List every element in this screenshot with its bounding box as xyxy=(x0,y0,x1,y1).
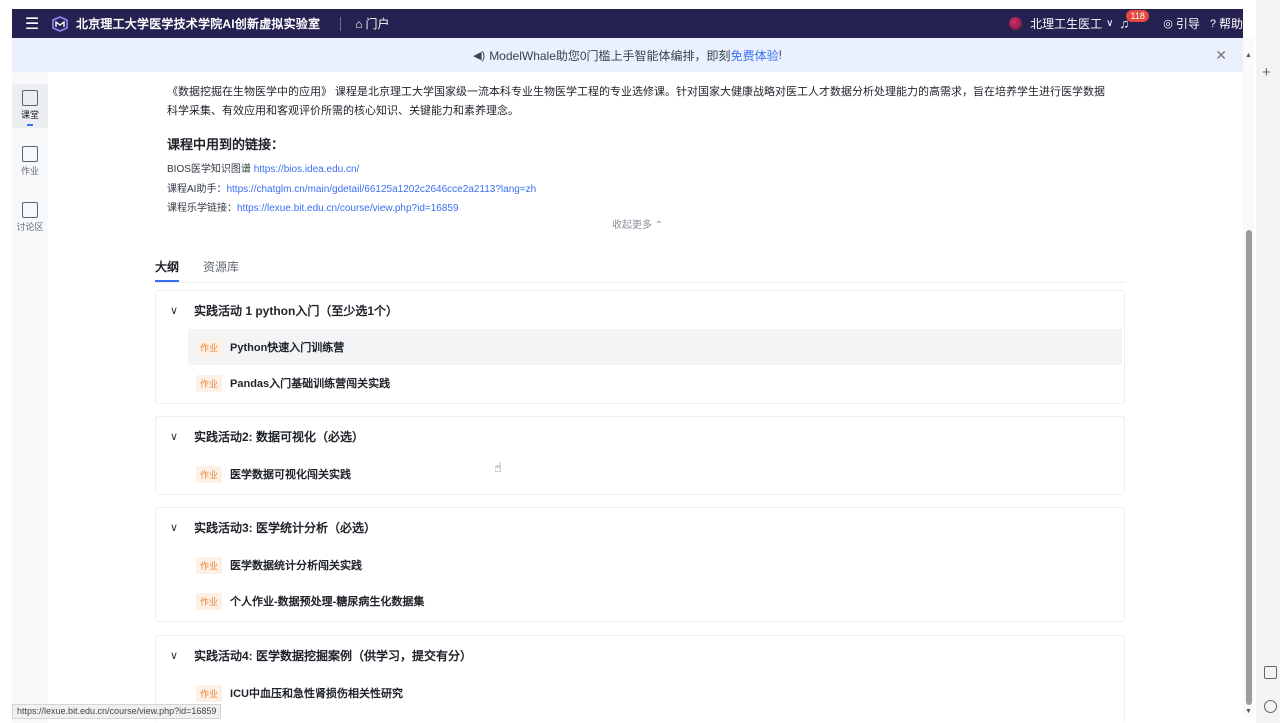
scrollbar-thumb[interactable] xyxy=(1246,230,1252,705)
course-description: 《数据挖掘在生物医学中的应用》 课程是北京理工大学国家级一流本科专业生物医学工程… xyxy=(167,86,1106,117)
assignment-item[interactable]: 作业 医学数据可视化闯关实践 xyxy=(188,456,1122,492)
activity-section: ∨ 实践活动 1 python入门（至少选1个） 作业 Python快速入门训练… xyxy=(155,290,1125,404)
assignment-name: Pandas入门基础训练营闯关实践 xyxy=(230,378,391,390)
add-icon[interactable]: + xyxy=(1262,64,1271,81)
section-title: 实践活动4: 医学数据挖掘案例（供学习，提交有分） xyxy=(194,649,473,663)
assignment-name: Python快速入门训练营 xyxy=(230,342,345,354)
screenshot-icon[interactable] xyxy=(1264,666,1277,679)
close-icon[interactable]: ✕ xyxy=(1215,47,1227,64)
activity-section: ∨ 实践活动2: 数据可视化（必选） 作业 医学数据可视化闯关实践 xyxy=(155,416,1125,495)
rail-item-classroom[interactable]: 课堂 xyxy=(12,84,48,128)
top-navigation-bar: ☰ 北京理工大学医学技术学院AI创新虚拟实验室 ⌂ 门户 北理工生医工 ∨ ♫ … xyxy=(12,9,1243,38)
org-name: 北理工生医工 xyxy=(1030,17,1103,31)
compass-icon: ◎ xyxy=(1163,18,1173,30)
link-label: 课程乐学链接： xyxy=(167,203,237,214)
section-header[interactable]: ∨ 实践活动3: 医学统计分析（必选） xyxy=(170,519,376,536)
assignment-tag: 作业 xyxy=(196,374,223,392)
assignment-item[interactable]: 作业 ICU中血压和急性肾损伤相关性研究 xyxy=(188,675,1122,711)
speaker-icon: ◀) xyxy=(473,49,486,62)
help-label: 帮助 xyxy=(1218,17,1243,31)
topbar-divider xyxy=(340,16,342,31)
activity-section: ∨ 实践活动4: 医学数据挖掘案例（供学习，提交有分） 作业 ICU中血压和急性… xyxy=(155,635,1125,723)
link-label: BIOS医学知识图谱 xyxy=(167,164,254,175)
section-header[interactable]: ∨ 实践活动 1 python入门（至少选1个） xyxy=(170,302,398,319)
link-row: 课程AI助手：https://chatglm.cn/main/gdetail/6… xyxy=(167,180,536,195)
help-icon: ? xyxy=(1209,17,1216,30)
chevron-down-icon: ∨ xyxy=(170,522,179,534)
link-preview-status: https://lexue.bit.edu.cn/course/view.php… xyxy=(12,704,222,719)
discussion-icon xyxy=(22,202,38,218)
homework-icon xyxy=(22,146,38,162)
guide-label: 引导 xyxy=(1175,17,1200,31)
hand-cursor-icon: ☝ xyxy=(494,460,502,475)
section-header[interactable]: ∨ 实践活动2: 数据可视化（必选） xyxy=(170,428,364,445)
bell-icon[interactable]: ♫ 118 xyxy=(1119,10,1149,31)
portal-link[interactable]: ⌂ 门户 xyxy=(355,15,389,32)
assignment-item[interactable]: 作业 Python快速入门训练营 xyxy=(188,329,1122,365)
notification-badge: 118 xyxy=(1126,10,1149,22)
assignment-item[interactable]: 作业 Pandas入门基础训练营闯关实践 xyxy=(188,365,1122,401)
rail-item-label: 作业 xyxy=(20,166,39,176)
chevron-down-icon: ∨ xyxy=(170,305,179,317)
chevron-down-icon: ∨ xyxy=(170,650,179,662)
tab-outline[interactable]: 大纲 xyxy=(155,258,180,282)
collapse-more-button[interactable]: 收起更多 ⌃ xyxy=(612,216,663,231)
left-rail: 课堂 作业 讨论区 xyxy=(12,72,48,723)
organization-switcher[interactable]: 北理工生医工 ∨ xyxy=(1009,15,1113,32)
home-icon: ⌂ xyxy=(355,16,363,31)
assignment-tag: 作业 xyxy=(196,465,223,483)
link-label: 课程AI助手： xyxy=(167,184,227,195)
guide-button[interactable]: ◎ 引导 xyxy=(1163,15,1200,32)
scroll-down-icon[interactable]: ▼ xyxy=(1245,708,1252,715)
link-url[interactable]: https://bios.idea.edu.cn/ xyxy=(254,164,360,175)
free-trial-link[interactable]: 免费体验 xyxy=(731,47,779,64)
assignment-tag: 作业 xyxy=(196,592,223,610)
rail-item-label: 课堂 xyxy=(20,110,39,120)
announcement-bar: ◀) ModelWhale助您0门槛上手智能体编排，即刻 免费体验 ! ✕ xyxy=(12,38,1243,72)
links-title: 课程中用到的链接： xyxy=(167,137,285,152)
section-title: 实践活动2: 数据可视化（必选） xyxy=(194,430,365,444)
section-title: 实践活动 1 python入门（至少选1个） xyxy=(194,304,399,318)
lab-name[interactable]: 北京理工大学医学技术学院AI创新虚拟实验室 xyxy=(76,15,320,32)
announcement-suffix: ! xyxy=(778,48,782,62)
tab-resources[interactable]: 资源库 xyxy=(203,258,239,282)
announcement-text: ModelWhale助您0门槛上手智能体编排，即刻 xyxy=(489,48,731,63)
assignment-name: ICU中血压和急性肾损伤相关性研究 xyxy=(230,688,403,700)
section-title: 实践活动3: 医学统计分析（必选） xyxy=(194,521,377,535)
activity-section: ∨ 实践活动3: 医学统计分析（必选） 作业 医学数据统计分析闯关实践 作业 个… xyxy=(155,507,1125,622)
menu-icon[interactable]: ☰ xyxy=(12,9,52,38)
browser-side-panel xyxy=(1256,0,1280,723)
settings-icon[interactable] xyxy=(1264,700,1277,713)
link-row: 课程乐学链接：https://lexue.bit.edu.cn/course/v… xyxy=(167,199,459,214)
link-row: BIOS医学知识图谱 https://bios.idea.edu.cn/ xyxy=(167,160,359,175)
platform-logo xyxy=(52,15,68,32)
assignment-tag: 作业 xyxy=(196,684,223,702)
assignment-tag: 作业 xyxy=(196,556,223,574)
tab-divider xyxy=(155,282,1125,283)
assignment-item[interactable]: 作业 个人作业-数据预处理-糖尿病生化数据集 xyxy=(188,583,1122,619)
section-header[interactable]: ∨ 实践活动4: 医学数据挖掘案例（供学习，提交有分） xyxy=(170,647,472,664)
assignment-item[interactable]: 作业 医学数据统计分析闯关实践 xyxy=(188,547,1122,583)
content-tabs: 大纲 资源库 xyxy=(155,258,263,282)
link-url[interactable]: https://lexue.bit.edu.cn/course/view.php… xyxy=(237,203,459,214)
chevron-down-icon: ∨ xyxy=(1106,18,1114,29)
rail-item-discussion[interactable]: 讨论区 xyxy=(12,202,48,233)
chevron-down-icon: ∨ xyxy=(170,431,179,443)
course-description-card: 《数据挖掘在生物医学中的应用》 课程是北京理工大学国家级一流本科专业生物医学工程… xyxy=(155,72,1125,238)
classroom-icon xyxy=(22,90,38,106)
rail-item-homework[interactable]: 作业 xyxy=(12,146,48,177)
link-url[interactable]: https://chatglm.cn/main/gdetail/66125a12… xyxy=(226,184,536,195)
portal-label: 门户 xyxy=(365,17,390,31)
assignment-tag: 作业 xyxy=(196,338,223,356)
assignment-name: 医学数据可视化闯关实践 xyxy=(230,469,352,481)
rail-item-label: 讨论区 xyxy=(16,222,44,232)
assignment-name: 医学数据统计分析闯关实践 xyxy=(230,560,363,572)
assignment-name: 个人作业-数据预处理-糖尿病生化数据集 xyxy=(230,596,425,608)
help-button[interactable]: ? 帮助 xyxy=(1210,15,1243,32)
org-avatar xyxy=(1009,17,1023,30)
scroll-up-icon[interactable]: ▲ xyxy=(1245,52,1252,59)
